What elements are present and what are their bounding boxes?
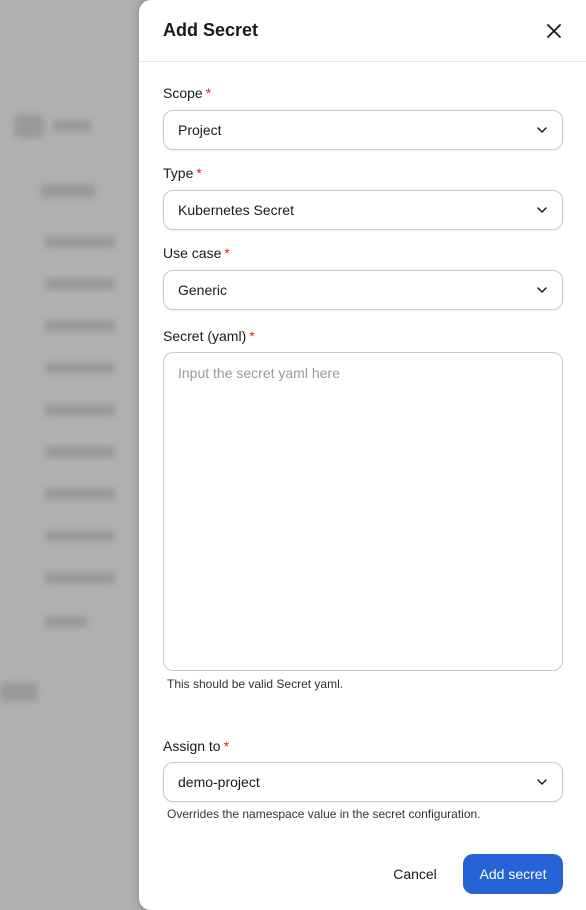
scope-select[interactable]: Project	[163, 110, 563, 150]
assign-to-helper: Overrides the namespace value in the sec…	[167, 807, 481, 821]
required-mark: *	[249, 328, 255, 344]
type-select-value: Kubernetes Secret	[178, 202, 294, 218]
type-label: Type *	[163, 165, 202, 181]
chevron-down-icon	[536, 204, 548, 216]
required-mark: *	[224, 245, 230, 261]
type-label-text: Type	[163, 165, 194, 181]
add-secret-button[interactable]: Add secret	[463, 854, 563, 894]
secret-yaml-textarea[interactable]	[163, 352, 563, 671]
use-case-select[interactable]: Generic	[163, 270, 563, 310]
close-icon[interactable]	[542, 19, 566, 43]
background-blur	[44, 572, 116, 584]
type-select[interactable]: Kubernetes Secret	[163, 190, 563, 230]
assign-to-label: Assign to *	[163, 738, 229, 754]
background-blur	[44, 236, 116, 248]
use-case-label-text: Use case	[163, 245, 222, 261]
scope-label-text: Scope	[163, 85, 203, 101]
secret-yaml-label-text: Secret (yaml)	[163, 328, 247, 344]
add-secret-drawer: Add Secret Scope * Project Type * Kubernet…	[139, 0, 586, 910]
required-mark: *	[205, 85, 212, 101]
assign-to-label-text: Assign to	[163, 738, 221, 754]
scope-label: Scope *	[163, 85, 211, 101]
background-blur	[44, 278, 116, 290]
use-case-select-value: Generic	[178, 282, 228, 298]
use-case-label: Use case *	[163, 245, 230, 261]
required-mark: *	[223, 738, 230, 754]
chevron-down-icon	[536, 124, 548, 136]
scope-select-value: Project	[178, 122, 222, 138]
background-blur	[44, 616, 88, 628]
background-blur	[14, 114, 44, 138]
drawer-title: Add Secret	[163, 20, 259, 40]
background-blur	[44, 530, 116, 542]
background-blur	[0, 682, 38, 702]
chevron-down-icon	[536, 776, 548, 788]
chevron-down-icon	[536, 284, 548, 296]
assign-to-select[interactable]: demo-project	[163, 762, 563, 802]
cancel-button[interactable]: Cancel	[379, 854, 451, 894]
background-page	[0, 0, 140, 910]
drawer-header: Add Secret	[139, 0, 586, 62]
background-blur	[44, 404, 116, 416]
required-mark: *	[196, 165, 202, 181]
background-blur	[44, 362, 116, 374]
secret-yaml-label: Secret (yaml) *	[163, 328, 255, 344]
assign-to-select-value: demo-project	[178, 774, 260, 790]
background-blur	[44, 446, 116, 458]
background-blur	[52, 120, 92, 132]
background-blur	[44, 488, 116, 500]
secret-yaml-helper: This should be valid Secret yaml.	[167, 677, 344, 691]
background-blur	[44, 320, 116, 332]
background-blur	[40, 184, 96, 198]
